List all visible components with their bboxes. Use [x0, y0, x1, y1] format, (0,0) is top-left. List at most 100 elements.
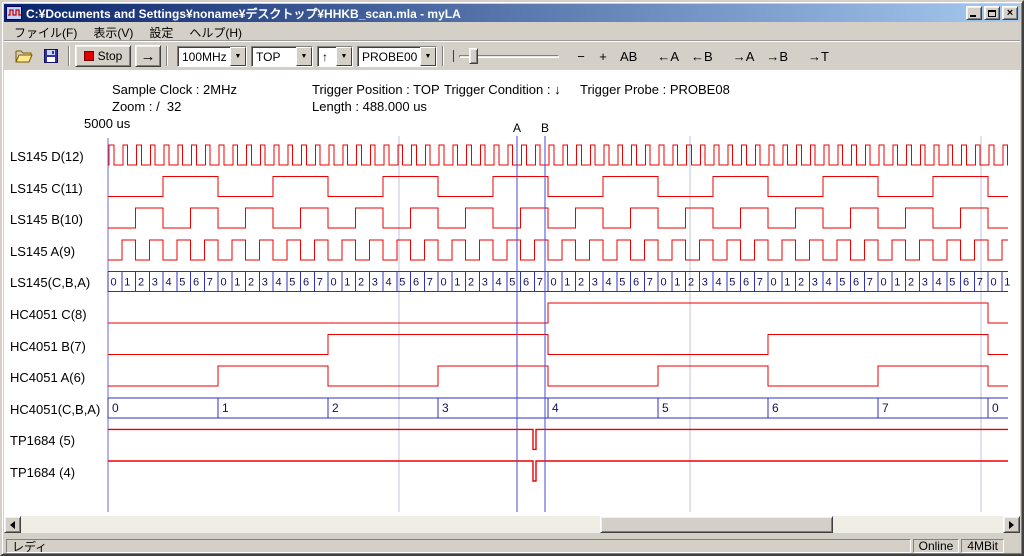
bus-value: 7 — [867, 276, 873, 288]
scrollbar-thumb[interactable] — [600, 516, 833, 533]
signal-trace — [108, 461, 1008, 481]
bus-value: 2 — [248, 276, 254, 288]
signal-trace — [108, 240, 1008, 260]
bus-value: 1 — [222, 401, 229, 415]
sample-clock-value: 100MHz — [178, 47, 230, 66]
scroll-left-icon — [6, 521, 15, 529]
slider-thumb[interactable] — [469, 48, 478, 64]
minimize-button[interactable] — [966, 6, 982, 20]
bus-value: 5 — [399, 276, 405, 288]
goto-marker-b-button[interactable]: ←B — [686, 45, 718, 67]
horizontal-scrollbar[interactable] — [4, 516, 1020, 533]
statusbar: レディ Online 4MBit — [4, 537, 1020, 554]
bus-value: 6 — [963, 276, 969, 288]
floppy-icon — [44, 49, 58, 63]
bus-value: 7 — [537, 276, 543, 288]
goto-marker-a-button[interactable]: ←A — [652, 45, 684, 67]
waveform-panel: Sample Clock : 2MHz Trigger Position : T… — [4, 70, 1020, 516]
trigger-probe-select[interactable]: PROBE00 ▼ — [357, 46, 437, 67]
trigger-edge-select[interactable]: ↑ ▼ — [317, 46, 353, 67]
bus-value: 2 — [578, 276, 584, 288]
bus-value: 5 — [179, 276, 185, 288]
bus-value: 7 — [977, 276, 983, 288]
bus-value: 3 — [372, 276, 378, 288]
bus-value: 3 — [262, 276, 268, 288]
zoom-slider[interactable] — [453, 45, 561, 67]
bus-value: 5 — [949, 276, 955, 288]
bus-value: 3 — [702, 276, 708, 288]
zoom-out-button[interactable]: − — [571, 45, 591, 67]
sample-clock-select[interactable]: 100MHz ▼ — [177, 46, 247, 67]
bus-value: 3 — [812, 276, 818, 288]
menu-item-help[interactable]: ヘルプ(H) — [181, 23, 250, 42]
maximize-button[interactable] — [984, 6, 1000, 20]
bus-value: 0 — [112, 401, 119, 415]
set-marker-a-button[interactable]: →A — [728, 45, 760, 67]
bus-value: 7 — [427, 276, 433, 288]
open-button[interactable] — [10, 45, 39, 67]
toolbar-separator — [166, 46, 168, 66]
app-icon — [6, 6, 22, 20]
signal-trace — [108, 429, 1008, 449]
bus-value: 5 — [839, 276, 845, 288]
signal-trace — [108, 366, 1008, 386]
waveform-canvas: 0123456701234567012345670123456701234567… — [4, 70, 1020, 516]
ab-button[interactable]: AB — [615, 45, 642, 67]
dropdown-arrow-icon: ▼ — [336, 47, 352, 66]
dropdown-arrow-icon: ▼ — [296, 47, 312, 66]
bus-value: 4 — [716, 276, 722, 288]
dropdown-arrow-icon: ▼ — [420, 47, 436, 66]
bus-value: 2 — [468, 276, 474, 288]
bus-value: 7 — [882, 401, 889, 415]
trigger-position-select[interactable]: TOP ▼ — [251, 46, 313, 67]
maximize-icon — [988, 10, 996, 17]
bus-value: 4 — [826, 276, 832, 288]
bus-value: 4 — [276, 276, 282, 288]
bus-value: 1 — [124, 276, 130, 288]
menu-item-file[interactable]: ファイル(F) — [6, 23, 85, 42]
scroll-right-button[interactable] — [1003, 516, 1020, 533]
goto-trigger-button[interactable]: →T — [803, 45, 834, 67]
toolbar: Stop → 100MHz ▼ TOP ▼ ↑ ▼ PROBE00 ▼ − + … — [4, 41, 1020, 70]
trigger-probe-value: PROBE00 — [358, 47, 420, 66]
trigger-position-value: TOP — [252, 47, 296, 66]
toolbar-separator — [68, 46, 70, 66]
menu-item-view[interactable]: 表示(V) — [85, 23, 141, 42]
bus-value: 4 — [552, 401, 559, 415]
menu-item-settings[interactable]: 設定 — [141, 23, 181, 42]
bus-value: 6 — [772, 401, 779, 415]
menubar: ファイル(F) 表示(V) 設定 ヘルプ(H) — [4, 24, 1020, 41]
bus-value: 6 — [633, 276, 639, 288]
bus-value: 1 — [564, 276, 570, 288]
bus-value: 4 — [386, 276, 392, 288]
bus-value: 2 — [332, 401, 339, 415]
marker-label-b: B — [541, 121, 549, 135]
scroll-left-button[interactable] — [4, 516, 21, 533]
bus-value: 0 — [221, 276, 227, 288]
stop-icon — [84, 51, 94, 61]
save-button[interactable] — [39, 45, 63, 67]
bus-value: 3 — [592, 276, 598, 288]
scrollbar-track[interactable] — [21, 516, 1003, 533]
bus-value: 0 — [111, 276, 117, 288]
bus-value: 4 — [606, 276, 612, 288]
status-memory: 4MBit — [961, 539, 1004, 553]
run-button[interactable]: → — [135, 45, 161, 67]
bus-value: 6 — [853, 276, 859, 288]
bus-value: 1 — [784, 276, 790, 288]
bus-value: 0 — [661, 276, 667, 288]
bus-value: 4 — [496, 276, 502, 288]
status-online: Online — [913, 539, 960, 553]
close-button[interactable]: × — [1002, 6, 1018, 20]
bus-value: 0 — [771, 276, 777, 288]
bus-value: 0 — [331, 276, 337, 288]
window-controls: × — [966, 6, 1018, 20]
zoom-in-button[interactable]: + — [593, 45, 613, 67]
bus-value: 3 — [152, 276, 158, 288]
set-marker-b-button[interactable]: →B — [761, 45, 793, 67]
bus-value: 5 — [662, 401, 669, 415]
bus-value: 5 — [619, 276, 625, 288]
bus-value: 1 — [454, 276, 460, 288]
stop-button[interactable]: Stop — [75, 45, 131, 67]
bus-value: 4 — [936, 276, 942, 288]
